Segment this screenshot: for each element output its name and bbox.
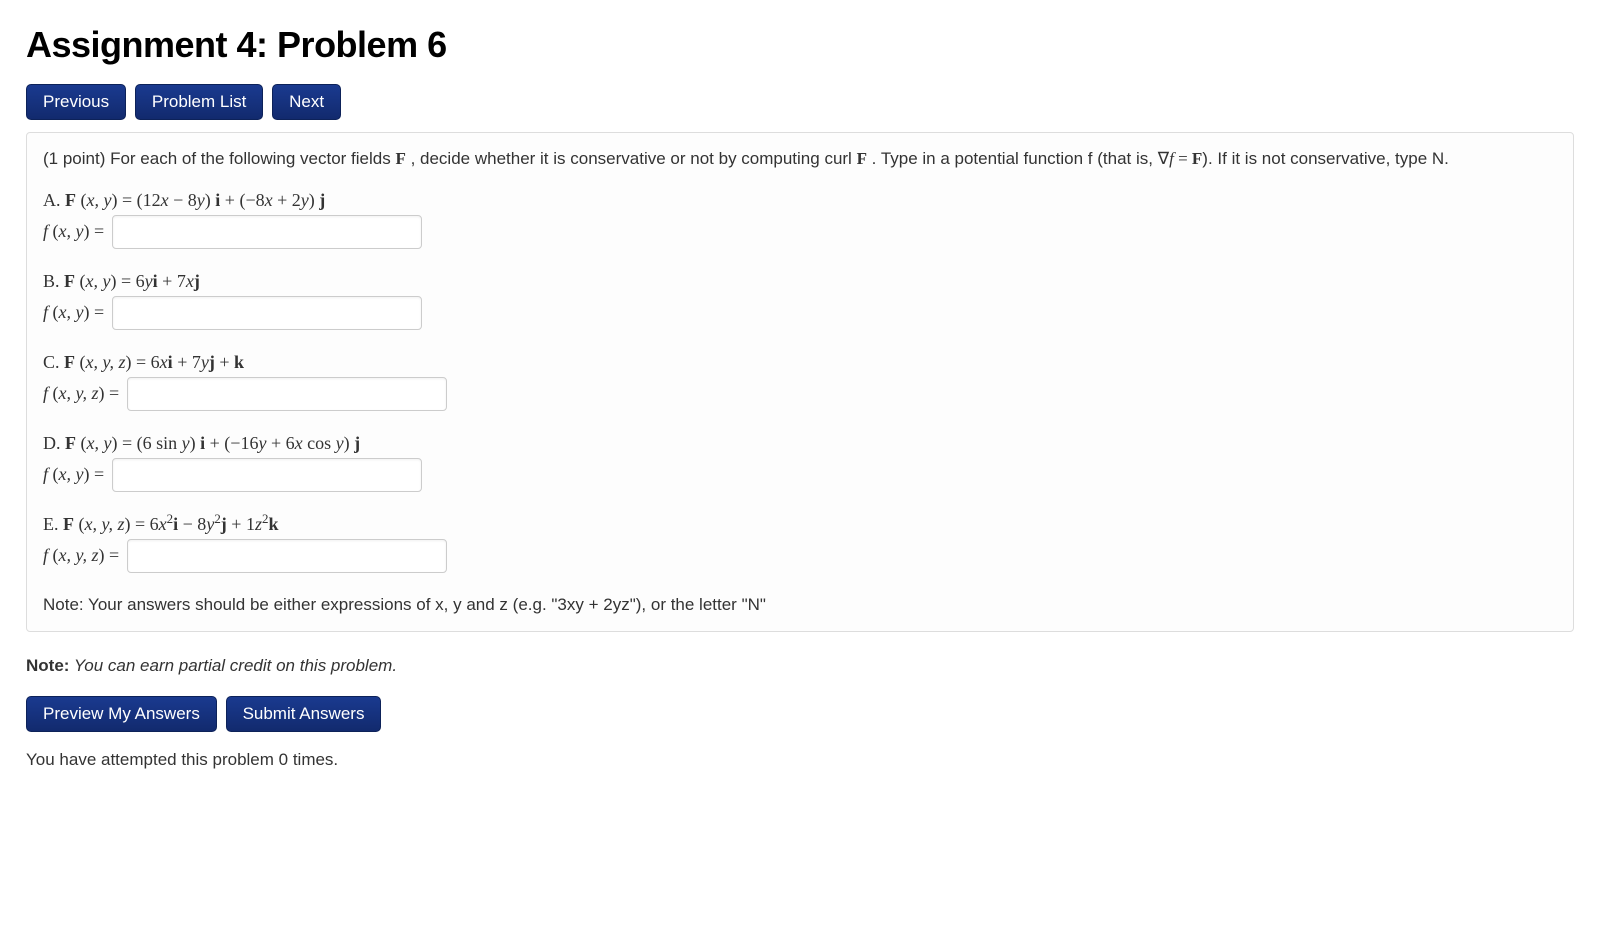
part-e-input[interactable] [127, 539, 447, 573]
part-e-vars: x, y, z [85, 514, 125, 534]
part-d-equation: D. F (x, y) = (6 sin y) i + (−16y + 6x c… [43, 433, 1557, 454]
part-c-equation: C. F (x, y, z) = 6xi + 7yj + k [43, 352, 1557, 373]
part-b: B. F (x, y) = 6yi + 7xj f (x, y) = [43, 271, 1557, 330]
part-e: E. F (x, y, z) = 6x2i − 8y2j + 1z2k f (x… [43, 514, 1557, 573]
problem-intro: (1 point) For each of the following vect… [43, 147, 1557, 172]
problem-box: (1 point) For each of the following vect… [26, 132, 1574, 632]
intro-grad: ∇f = F [1158, 149, 1203, 168]
part-d-vars: x, y [87, 433, 112, 453]
part-e-ans-vars: x, y, z [59, 545, 99, 565]
part-a: A. F (x, y) = (12x − 8y) i + (−8x + 2y) … [43, 190, 1557, 249]
part-a-label: A. [43, 190, 61, 210]
part-a-equation: A. F (x, y) = (12x − 8y) i + (−8x + 2y) … [43, 190, 1557, 211]
part-d-input[interactable] [112, 458, 422, 492]
problem-list-button[interactable]: Problem List [135, 84, 263, 120]
part-c-answer-label: f (x, y, z) = [43, 383, 119, 404]
part-b-ans-vars: x, y [59, 302, 84, 322]
part-b-answer-label: f (x, y) = [43, 302, 104, 323]
intro-text-1: (1 point) For each of the following vect… [43, 149, 395, 168]
part-d-ans-vars: x, y [59, 464, 84, 484]
part-d-label: D. [43, 433, 61, 453]
intro-F-1: F [395, 149, 405, 168]
part-c: C. F (x, y, z) = 6xi + 7yj + k f (x, y, … [43, 352, 1557, 411]
part-a-input[interactable] [112, 215, 422, 249]
part-c-label: C. [43, 352, 60, 372]
part-b-vars: x, y [86, 271, 111, 291]
nav-row: Previous Problem List Next [26, 84, 1574, 120]
part-c-ans-vars: x, y, z [59, 383, 99, 403]
part-d: D. F (x, y) = (6 sin y) i + (−16y + 6x c… [43, 433, 1557, 492]
credit-note: Note: You can earn partial credit on thi… [26, 656, 1574, 676]
intro-text-2: , decide whether it is conservative or n… [406, 149, 857, 168]
part-c-vars: x, y, z [86, 352, 126, 372]
part-d-answer-label: f (x, y) = [43, 464, 104, 485]
part-b-equation: B. F (x, y) = 6yi + 7xj [43, 271, 1557, 292]
part-e-answer-label: f (x, y, z) = [43, 545, 119, 566]
credit-note-bold: Note: [26, 656, 69, 675]
credit-note-italic: You can earn partial credit on this prob… [69, 656, 397, 675]
attempt-count: You have attempted this problem 0 times. [26, 750, 1574, 770]
action-row: Preview My Answers Submit Answers [26, 696, 1574, 732]
part-b-label: B. [43, 271, 60, 291]
part-e-equation: E. F (x, y, z) = 6x2i − 8y2j + 1z2k [43, 514, 1557, 535]
note-in-box: Note: Your answers should be either expr… [43, 595, 1557, 615]
part-a-vars: x, y [87, 190, 112, 210]
submit-answers-button[interactable]: Submit Answers [226, 696, 382, 732]
preview-answers-button[interactable]: Preview My Answers [26, 696, 217, 732]
previous-button[interactable]: Previous [26, 84, 126, 120]
intro-text-3: . Type in a potential function f (that i… [867, 149, 1158, 168]
part-e-label: E. [43, 514, 59, 534]
page-title: Assignment 4: Problem 6 [26, 24, 1574, 66]
intro-text-4: ). If it is not conservative, type N. [1202, 149, 1449, 168]
part-c-input[interactable] [127, 377, 447, 411]
part-a-ans-vars: x, y [59, 221, 84, 241]
intro-F-2: F [857, 149, 867, 168]
part-a-answer-label: f (x, y) = [43, 221, 104, 242]
next-button[interactable]: Next [272, 84, 341, 120]
part-b-input[interactable] [112, 296, 422, 330]
